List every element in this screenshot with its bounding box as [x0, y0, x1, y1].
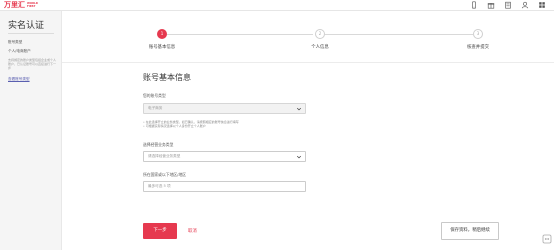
- step-2-circle: 2: [315, 29, 325, 39]
- header-divider: [62, 62, 554, 63]
- business-type-placeholder: 请选择经营业务类型: [148, 154, 181, 158]
- brand-logo[interactable]: 万里汇 WORLD FIRST: [4, 1, 38, 10]
- account-type-notes: • 在此选择开立的业务类型，如已确认，请按照相应的账号信息进行填写 • 可根据实…: [143, 120, 239, 129]
- gift-icon[interactable]: [487, 1, 495, 9]
- step-connector: [167, 34, 313, 35]
- sidebar-heading-account-kind: 个人/电商账户: [8, 49, 31, 53]
- top-bar: 万里汇 WORLD FIRST: [0, 0, 554, 11]
- country-region-label: 所在国家或以下地区/地区: [143, 172, 187, 177]
- account-type-label: 您的账号类型: [143, 93, 166, 98]
- mobile-icon[interactable]: [470, 1, 478, 9]
- account-type-value: 电子商务: [148, 106, 163, 110]
- sidebar-title: 实名认证: [8, 21, 45, 31]
- step-3-circle: 3: [473, 29, 483, 39]
- account-type-note-2: • 可根据实际情况选择以个人身份开立个人账户: [143, 124, 206, 129]
- cancel-button[interactable]: 取消: [188, 228, 197, 234]
- user-icon[interactable]: [521, 1, 529, 9]
- step-1-label: 账号基本信息: [148, 45, 176, 50]
- brand-name-en: WORLD FIRST: [27, 1, 38, 8]
- chevron-down-icon: [296, 106, 302, 112]
- country-region-input[interactable]: 最多可选 5 项: [143, 181, 306, 192]
- save-and-continue-later-button[interactable]: 保存资料，稍后继续: [441, 222, 499, 240]
- sidebar: 实名认证 账号类型 个人/电商账户 支持绑定的账户类型包括企业或个人账户，已认证…: [0, 11, 62, 250]
- country-region-placeholder: 最多可选 5 项: [148, 184, 171, 188]
- step-connector: [325, 34, 473, 35]
- step-1-circle: 1: [157, 29, 167, 39]
- sidebar-link-account-types[interactable]: 查看账号类型: [8, 77, 30, 82]
- next-button[interactable]: 下一步: [143, 223, 177, 239]
- floating-help-icon[interactable]: [542, 234, 552, 244]
- top-icon-group: [470, 1, 546, 9]
- step-2-label: 个人信息: [311, 45, 329, 50]
- progress-stepper: 1 2 3 账号基本信息 个人信息 核查并提交: [140, 28, 489, 58]
- chevron-down-icon: [296, 154, 302, 160]
- building-icon[interactable]: [504, 1, 512, 9]
- sidebar-heading-account-type: 账号类型: [8, 40, 23, 44]
- sidebar-divider: [8, 33, 54, 34]
- form-section-title: 账号基本信息: [143, 73, 191, 82]
- business-type-label: 选择经营业务类型: [143, 142, 174, 147]
- step-3-label: 核查并提交: [467, 45, 489, 50]
- grid-icon[interactable]: [538, 1, 546, 9]
- brand-name-en-line2: FIRST: [27, 5, 36, 8]
- account-type-select: 电子商务: [143, 103, 306, 114]
- sidebar-note: 支持绑定的账户类型包括企业或个人账户，已认证账号可以直接进行下一步: [8, 58, 57, 71]
- brand-name-cn: 万里汇: [4, 1, 25, 9]
- business-type-select[interactable]: 请选择经营业务类型: [143, 151, 306, 162]
